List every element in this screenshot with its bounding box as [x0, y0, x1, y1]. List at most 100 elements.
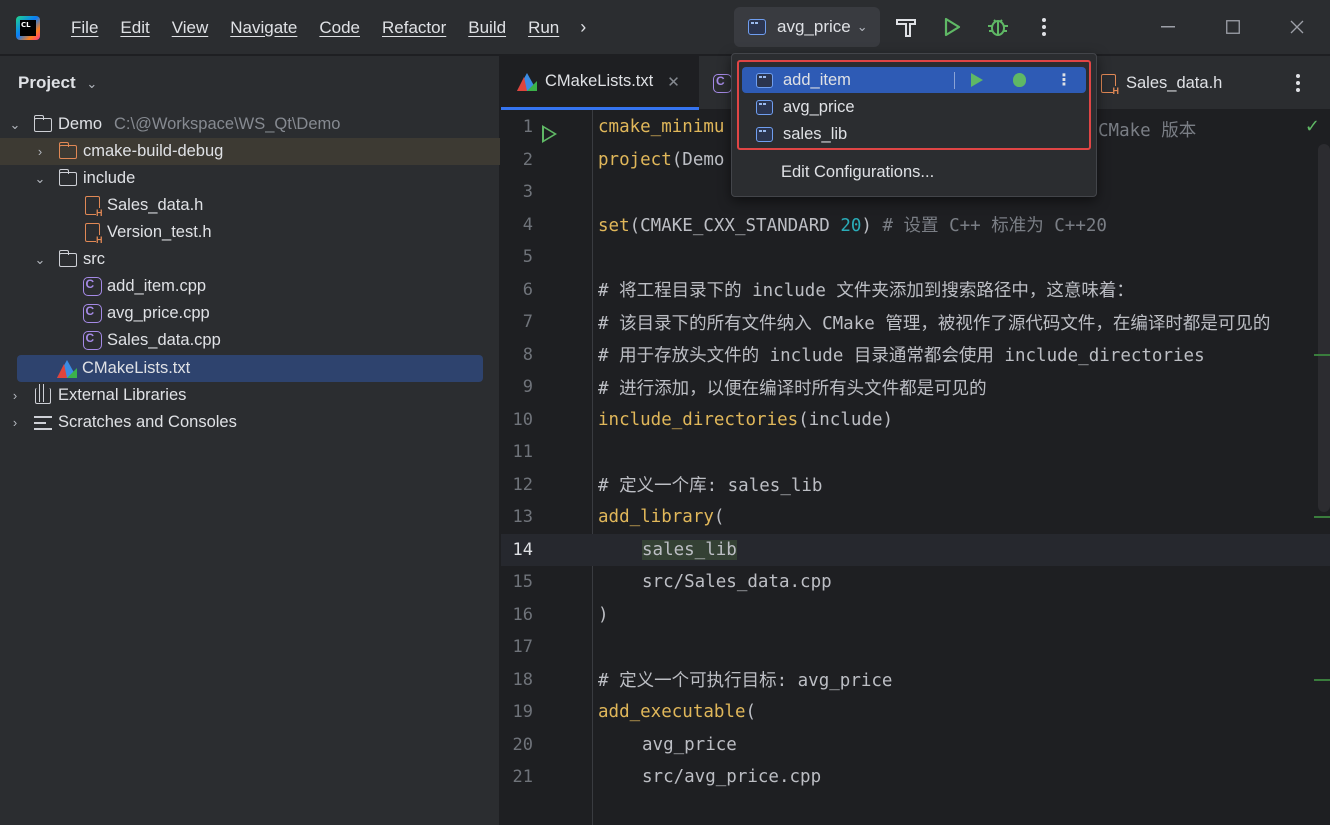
code-line[interactable]: 19 add_executable(: [501, 696, 1330, 729]
expand-arrow-icon[interactable]: ›: [8, 415, 22, 430]
line-number: 20: [512, 734, 533, 755]
tree-item-demo[interactable]: ⌄ Demo C:\@Workspace\WS_Qt\Demo: [0, 111, 500, 138]
build-hammer-icon[interactable]: [893, 14, 919, 40]
code-line[interactable]: 17: [501, 631, 1330, 664]
code-line[interactable]: 10 include_directories(include): [501, 404, 1330, 437]
line-number: 2: [522, 149, 533, 170]
run-icon[interactable]: [939, 14, 965, 40]
menu-run[interactable]: Run: [517, 18, 570, 38]
debug-bug-icon[interactable]: [1013, 73, 1026, 87]
minimize-icon[interactable]: [1155, 14, 1181, 40]
code-line[interactable]: 12 # 定义一个库: sales_lib: [501, 469, 1330, 502]
menu-more-chevron-icon[interactable]: ›: [570, 17, 596, 38]
popup-item-sales-lib[interactable]: sales_lib: [742, 121, 1086, 147]
close-tab-icon[interactable]: ✕: [667, 73, 680, 91]
code-line[interactable]: 18 # 定义一个可执行目标: avg_price: [501, 664, 1330, 697]
line-number: 10: [512, 409, 533, 430]
popup-item-label: sales_lib: [783, 124, 848, 143]
line-number: 6: [522, 279, 533, 300]
folder-icon: [58, 249, 78, 270]
popup-item-avg-price[interactable]: avg_price: [742, 94, 1086, 120]
expand-arrow-icon[interactable]: ⌄: [33, 252, 47, 268]
project-path: C:\@Workspace\WS_Qt\Demo: [114, 115, 341, 133]
code-line[interactable]: 9 # 进行添加，以便在编译时所有头文件都是可见的: [501, 371, 1330, 404]
code-line[interactable]: 20 avg_price: [501, 729, 1330, 762]
run-config-popup: add_item ⋮ avg_price sales_lib Edit Conf…: [731, 53, 1097, 197]
chevron-down-icon: ⌄: [856, 19, 868, 34]
menu-refactor[interactable]: Refactor: [371, 18, 457, 38]
tree-item-cmakelists[interactable]: CMakeLists.txt: [17, 355, 483, 382]
tabs-more-icon[interactable]: [1295, 56, 1315, 110]
code-line[interactable]: 11: [501, 436, 1330, 469]
tree-item-sales-data-cpp[interactable]: Sales_data.cpp: [0, 327, 500, 354]
tab-cmakelists[interactable]: CMakeLists.txt ✕: [501, 56, 699, 110]
tree-label: add_item.cpp: [107, 277, 207, 295]
main-menu: File Edit View Navigate Code Refactor Bu…: [60, 0, 596, 55]
code-line[interactable]: 8 # 用于存放头文件的 include 目录通常都会使用 include_di…: [501, 339, 1330, 372]
tree-label: Version_test.h: [107, 223, 212, 241]
code-line[interactable]: 4 set(CMAKE_CXX_STANDARD 20) # 设置 C++ 标准…: [501, 209, 1330, 242]
expand-arrow-icon[interactable]: ⌄: [33, 171, 47, 187]
code-text: set(CMAKE_CXX_STANDARD 20) # 设置 C++ 标准为 …: [598, 216, 1107, 237]
cpp-file-icon: [82, 277, 102, 297]
popup-item-actions: ⋮: [954, 67, 1086, 93]
line-number: 16: [512, 604, 533, 625]
vcs-change-marker: [1314, 516, 1330, 518]
edit-configurations-item[interactable]: Edit Configurations...: [781, 163, 934, 182]
tree-label: Scratches and Consoles: [58, 413, 237, 431]
tree-item-src[interactable]: ⌄ src: [0, 246, 500, 273]
code-text: add_library(: [598, 507, 725, 528]
run-icon[interactable]: [971, 73, 983, 87]
line-number: 18: [512, 669, 533, 690]
popup-item-add-item[interactable]: add_item ⋮: [742, 67, 1086, 93]
tree-item-cmake-build-debug[interactable]: › cmake-build-debug: [0, 138, 500, 165]
maximize-icon[interactable]: [1220, 14, 1246, 40]
line-number: 21: [512, 767, 533, 788]
tree-item-add-item-cpp[interactable]: add_item.cpp: [0, 273, 500, 300]
menu-edit[interactable]: Edit: [109, 18, 160, 38]
tree-label: avg_price.cpp: [107, 304, 210, 322]
expand-arrow-icon[interactable]: ›: [33, 144, 47, 159]
code-line[interactable]: 6 # 将工程目录下的 include 文件夹添加到搜索路径中，这意味着：: [501, 274, 1330, 307]
line-number: 5: [522, 247, 533, 268]
project-panel-title[interactable]: Project ⌄: [18, 73, 97, 93]
folder-icon: [58, 168, 78, 189]
expand-arrow-icon[interactable]: ›: [8, 388, 22, 403]
menu-code[interactable]: Code: [308, 18, 371, 38]
tab-label: Sales_data.h: [1126, 73, 1223, 92]
debug-bug-icon[interactable]: [985, 14, 1011, 40]
more-vertical-icon[interactable]: ⋮: [1056, 70, 1072, 90]
menu-file[interactable]: File: [60, 18, 109, 38]
code-line[interactable]: 13 add_library(: [501, 501, 1330, 534]
menu-build[interactable]: Build: [457, 18, 517, 38]
expand-arrow-icon[interactable]: ⌄: [8, 117, 22, 133]
line-number: 19: [512, 702, 533, 723]
line-number: 11: [512, 442, 533, 463]
run-gutter-icon[interactable]: [542, 125, 557, 143]
more-vertical-icon[interactable]: [1031, 14, 1057, 40]
tree-item-include[interactable]: ⌄ include: [0, 165, 500, 192]
header-file-icon: [1101, 73, 1119, 96]
cmake-file-icon: [517, 72, 537, 91]
menu-view[interactable]: View: [161, 18, 220, 38]
tree-label: Sales_data.cpp: [107, 331, 221, 349]
code-line[interactable]: 5: [501, 241, 1330, 274]
code-line-current[interactable]: 14 sales_lib: [501, 533, 1330, 566]
code-text: avg_price: [642, 734, 737, 755]
menu-navigate[interactable]: Navigate: [219, 18, 308, 38]
tree-item-scratches[interactable]: › Scratches and Consoles: [0, 409, 500, 436]
code-line[interactable]: 15 src/Sales_data.cpp: [501, 566, 1330, 599]
code-line[interactable]: 16 ): [501, 599, 1330, 632]
tree-item-external-libraries[interactable]: › External Libraries: [0, 382, 500, 409]
code-text: include_directories(include): [598, 409, 894, 430]
code-line[interactable]: 21 src/avg_price.cpp: [501, 761, 1330, 794]
tree-item-sales-data-h[interactable]: Sales_data.h: [0, 192, 500, 219]
tab-sales-data-h[interactable]: Sales_data.h: [1101, 56, 1241, 110]
run-configuration-selector[interactable]: avg_price ⌄: [734, 7, 880, 47]
code-line[interactable]: 7 # 该目录下的所有文件纳入 CMake 管理，被视作了源代码文件，在编译时都…: [501, 306, 1330, 339]
tree-item-avg-price-cpp[interactable]: avg_price.cpp: [0, 300, 500, 327]
tree-item-version-test-h[interactable]: Version_test.h: [0, 219, 500, 246]
tree-label: CMakeLists.txt: [82, 359, 191, 377]
clion-logo-icon[interactable]: CL: [16, 16, 40, 40]
close-icon[interactable]: [1284, 14, 1310, 40]
